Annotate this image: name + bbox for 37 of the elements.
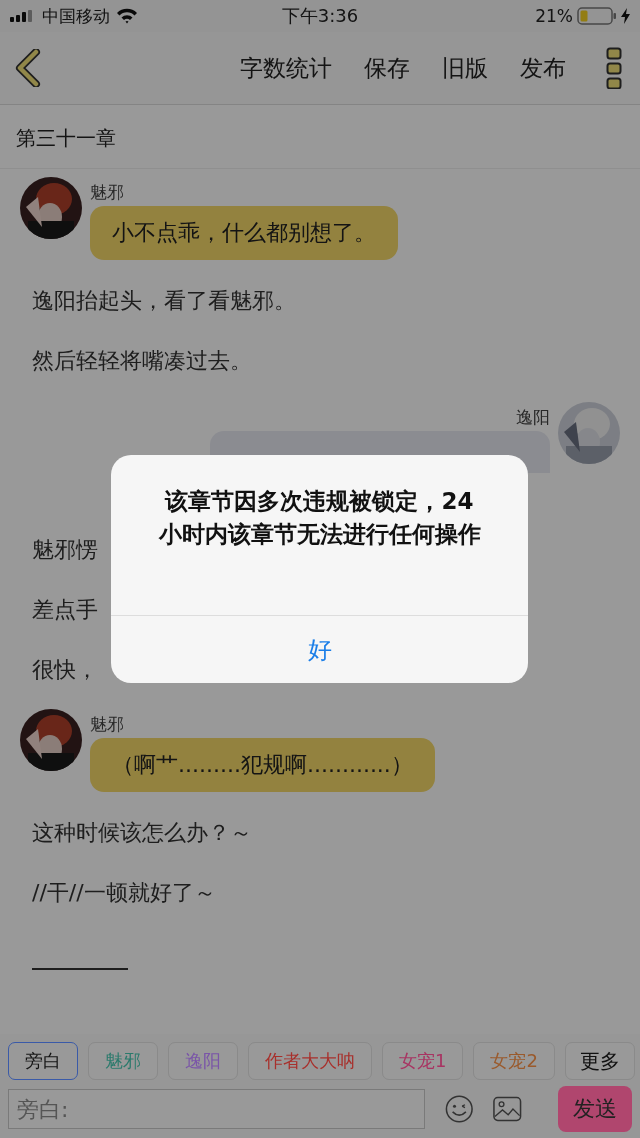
carrier-name: 中国移动 xyxy=(42,4,110,28)
speaker-name: 魅邪 xyxy=(90,181,125,204)
role-tab[interactable]: 旁白 xyxy=(8,1042,78,1080)
emoji-icon[interactable] xyxy=(444,1094,474,1124)
ok-button[interactable]: 好 xyxy=(111,615,528,683)
image-icon[interactable] xyxy=(493,1096,522,1122)
toolbar-button[interactable]: 发布 xyxy=(520,52,566,84)
role-tab[interactable]: 作者大大呐 xyxy=(248,1042,372,1080)
narration-text: 很快， xyxy=(32,656,98,684)
chapter-title: 第三十一章 xyxy=(0,105,640,169)
back-icon[interactable] xyxy=(14,49,42,87)
narration-text: 差点手 xyxy=(32,596,98,624)
speech-bubble: 小不点乖，什么都别想了。 xyxy=(90,206,398,260)
input-field[interactable]: 旁白: xyxy=(8,1089,425,1129)
toolbar-button[interactable]: 旧版 xyxy=(442,52,488,84)
wifi-icon xyxy=(116,8,138,24)
menu-icon[interactable] xyxy=(606,47,622,89)
more-button[interactable]: 更多 xyxy=(564,1042,635,1080)
role-tab[interactable]: 逸阳 xyxy=(168,1042,238,1080)
role-tab[interactable]: 女宠2 xyxy=(473,1042,555,1080)
narration-text: 这种时候该怎么办？～ xyxy=(32,819,252,847)
charging-icon xyxy=(621,8,630,24)
speaker-name: 逸阳 xyxy=(516,406,550,429)
speaker-name: 魅邪 xyxy=(90,713,125,736)
narration-text: 逸阳抬起头，看了看魅邪。 xyxy=(32,287,296,315)
narration-text: 魅邪愣 xyxy=(32,536,98,564)
clock-time: 下午3:36 xyxy=(281,4,359,28)
narration-text: //干//一顿就好了～ xyxy=(32,879,216,907)
narration-text: 然后轻轻将嘴凑过去。 xyxy=(32,347,252,375)
alert-message: 该章节因多次违规被锁定，24小时内该章节无法进行任何操作 xyxy=(157,487,482,550)
speech-bubble: （啊艹.........犯规啊............） xyxy=(90,738,435,792)
send-button[interactable]: 发送 xyxy=(557,1086,632,1132)
toolbar-button[interactable]: 字数统计 xyxy=(240,52,332,84)
battery-percent: 21% xyxy=(535,6,573,26)
battery-icon xyxy=(577,7,617,25)
role-tab[interactable]: 女宠1 xyxy=(382,1042,464,1080)
toolbar-button[interactable]: 保存 xyxy=(364,52,410,84)
